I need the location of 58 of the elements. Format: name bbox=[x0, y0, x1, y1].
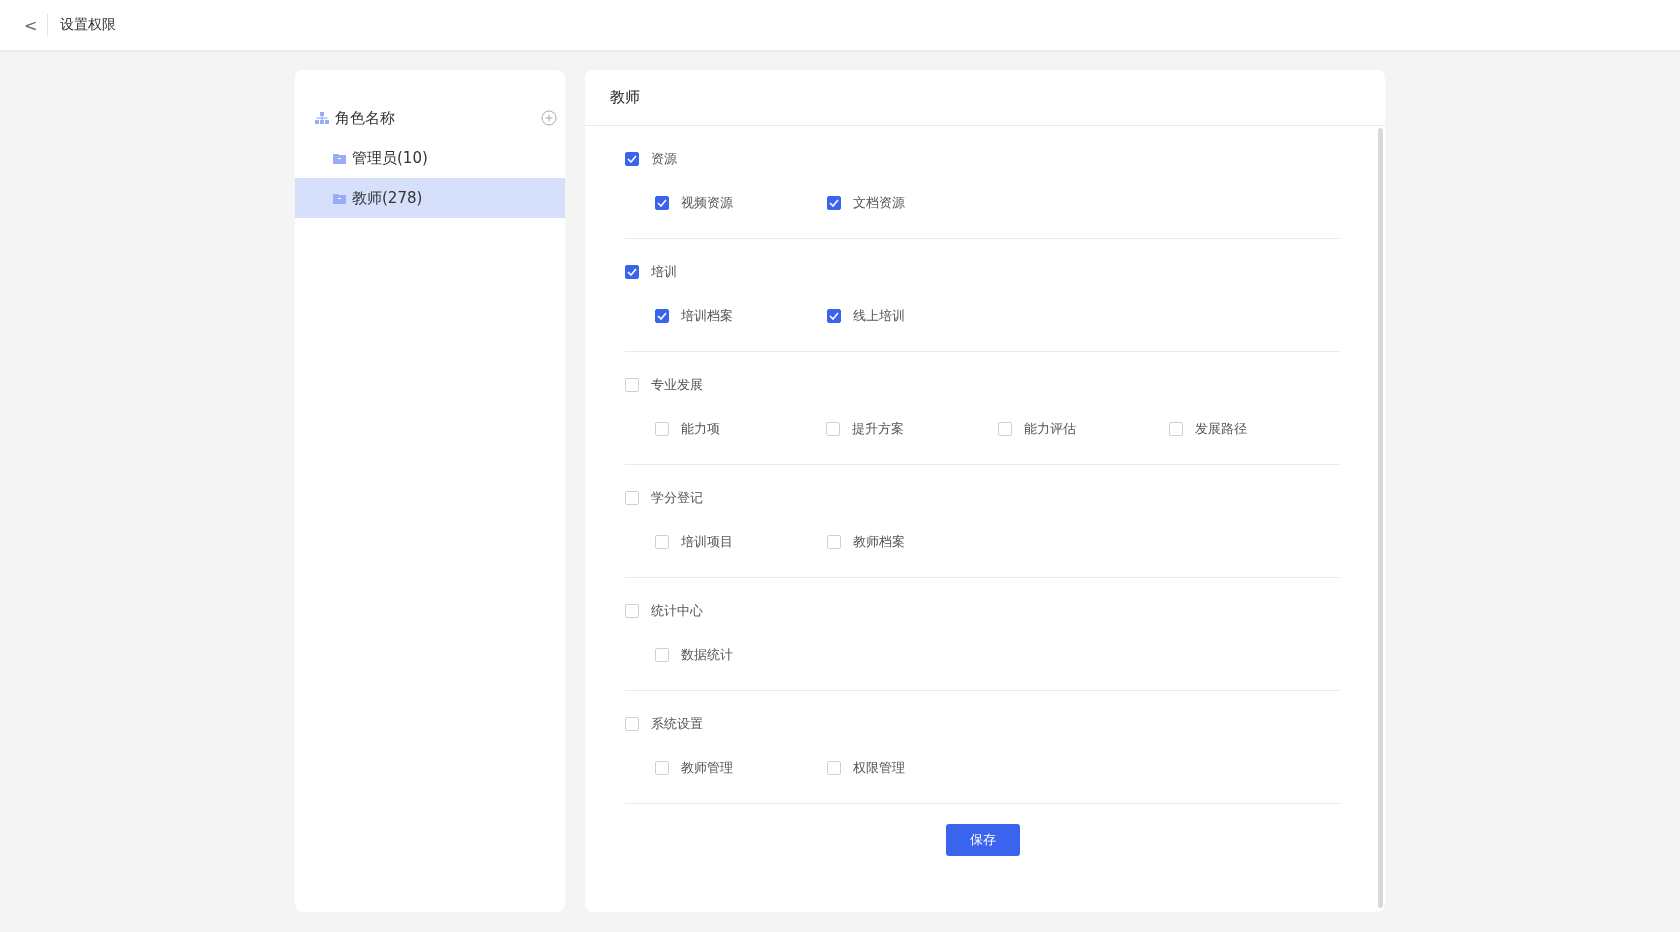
role-label: 管理员(10) bbox=[352, 148, 428, 168]
checkbox-label: 培训项目 bbox=[681, 533, 733, 551]
checkbox-label: 发展路径 bbox=[1194, 420, 1247, 438]
role-item[interactable]: 教师(278) bbox=[295, 178, 565, 218]
page-title: 设置权限 bbox=[60, 16, 117, 34]
checkbox-label: 统计中心 bbox=[651, 602, 703, 620]
checkbox[interactable]: 文档资源 bbox=[827, 194, 999, 212]
checkbox[interactable]: 提升方案 bbox=[826, 420, 998, 438]
checkbox[interactable]: 培训项目 bbox=[655, 533, 827, 551]
checkbox-label: 权限管理 bbox=[853, 759, 905, 777]
back-button[interactable]: < bbox=[24, 14, 49, 36]
checkbox-label: 数据统计 bbox=[681, 646, 733, 664]
hierarchy-icon bbox=[315, 112, 329, 124]
checkbox[interactable]: 能力评估 bbox=[997, 420, 1169, 438]
checkbox[interactable]: 线上培训 bbox=[827, 307, 999, 325]
checkbox-label: 专业发展 bbox=[651, 376, 703, 394]
checkbox-label: 教师档案 bbox=[853, 533, 905, 551]
checkbox[interactable]: 发展路径 bbox=[1168, 420, 1340, 438]
panel-title: 教师 bbox=[585, 70, 1385, 126]
checkbox-box[interactable] bbox=[827, 196, 841, 210]
checkbox-label: 线上培训 bbox=[853, 307, 905, 325]
add-icon[interactable] bbox=[541, 110, 557, 126]
checkbox-label: 文档资源 bbox=[853, 194, 905, 212]
checkbox-label: 能力评估 bbox=[1023, 420, 1076, 438]
role-label: 教师(278) bbox=[352, 188, 423, 208]
checkbox[interactable]: 数据统计 bbox=[655, 646, 827, 664]
checkbox-label: 视频资源 bbox=[681, 194, 733, 212]
checkbox-box[interactable] bbox=[625, 152, 639, 166]
save-button[interactable]: 保存 bbox=[945, 824, 1020, 856]
tree-title: 角色名称 bbox=[335, 108, 396, 128]
scrollbar[interactable] bbox=[1378, 128, 1383, 908]
checkbox-label: 提升方案 bbox=[852, 420, 905, 438]
folder-icon bbox=[333, 192, 346, 204]
checkbox[interactable]: 权限管理 bbox=[827, 759, 999, 777]
checkbox-label: 培训档案 bbox=[681, 307, 733, 325]
checkbox[interactable]: 教师管理 bbox=[655, 759, 827, 777]
checkbox-box[interactable] bbox=[655, 309, 669, 323]
checkbox-label: 系统设置 bbox=[651, 715, 703, 733]
checkbox[interactable]: 教师档案 bbox=[827, 533, 999, 551]
checkbox[interactable]: 统计中心 bbox=[625, 602, 1340, 620]
checkbox-box[interactable] bbox=[625, 265, 639, 279]
checkbox[interactable]: 培训 bbox=[625, 263, 1340, 281]
checkbox[interactable]: 系统设置 bbox=[625, 715, 1340, 733]
checkbox[interactable]: 专业发展 bbox=[625, 376, 1340, 394]
checkbox[interactable]: 培训档案 bbox=[655, 307, 827, 325]
checkbox-box[interactable] bbox=[827, 309, 841, 323]
checkbox[interactable]: 资源 bbox=[625, 150, 1340, 168]
checkbox[interactable]: 能力项 bbox=[655, 420, 827, 438]
checkbox[interactable]: 视频资源 bbox=[655, 194, 827, 212]
checkbox-label: 培训 bbox=[651, 263, 677, 281]
role-item[interactable]: 管理员(10) bbox=[295, 138, 565, 178]
folder-icon bbox=[333, 152, 346, 164]
checkbox-label: 能力项 bbox=[681, 420, 720, 438]
checkbox-label: 教师管理 bbox=[681, 759, 733, 777]
checkbox-label: 学分登记 bbox=[651, 489, 703, 507]
checkbox-label: 资源 bbox=[651, 150, 677, 168]
checkbox-box[interactable] bbox=[655, 196, 669, 210]
checkbox[interactable]: 学分登记 bbox=[625, 489, 1340, 507]
